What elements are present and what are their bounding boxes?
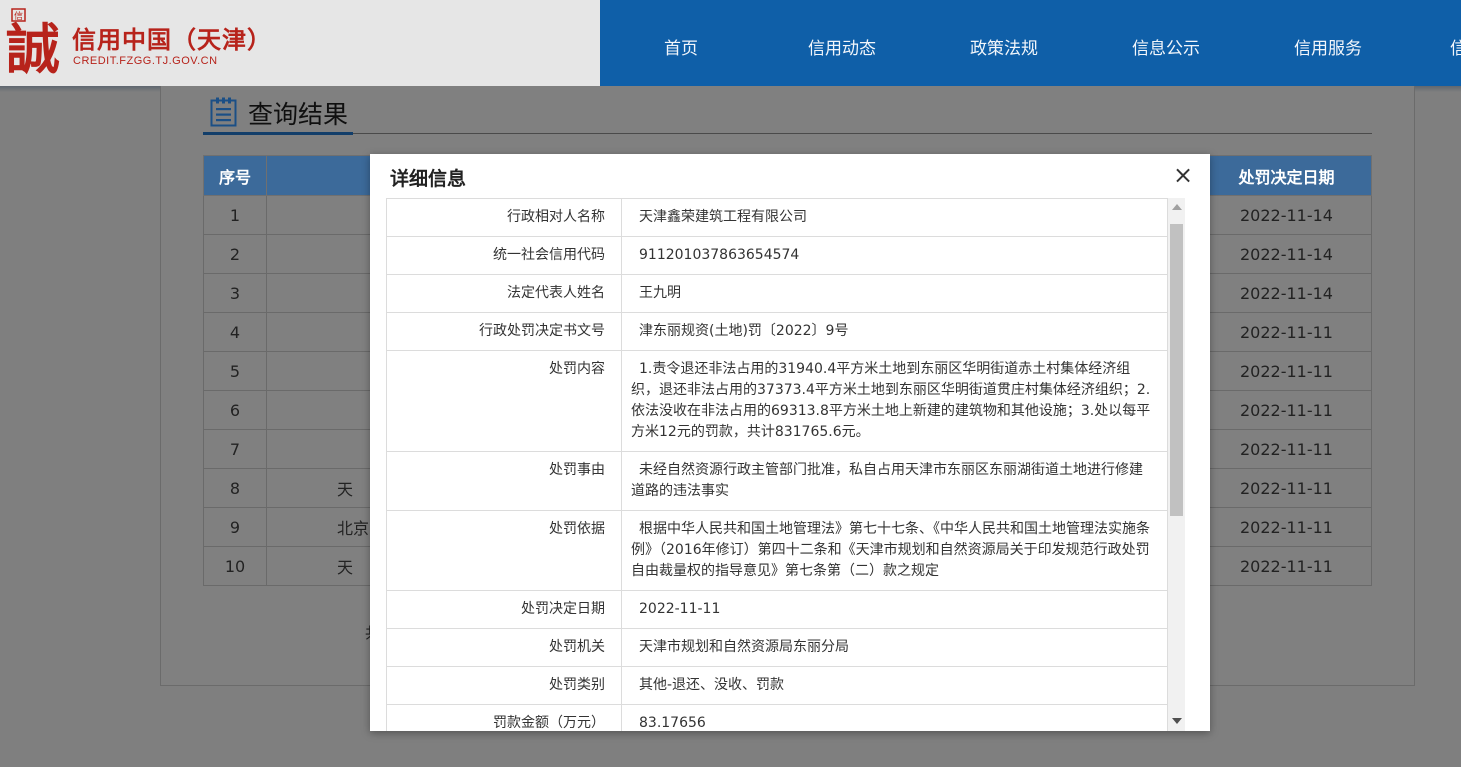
- row-date: 2022-11-11: [1201, 546, 1372, 586]
- site-logo[interactable]: 信 誠 信用中国（天津） CREDIT.FZGG.TJ.GOV.CN: [0, 0, 600, 86]
- row-date: 2022-11-11: [1201, 468, 1372, 508]
- detail-value: 1.责令退还非法占用的31940.4平方米土地到东丽区华明街道赤土村集体经济组织…: [621, 350, 1168, 452]
- scroll-down-icon[interactable]: [1172, 718, 1182, 724]
- row-index: 5: [203, 351, 267, 391]
- detail-label: 处罚内容: [386, 350, 622, 452]
- detail-row: 处罚类别 其他-退还、没收、罚款: [386, 666, 1168, 705]
- detail-row: 处罚决定日期 2022-11-11: [386, 590, 1168, 629]
- modal-scrollbar[interactable]: [1168, 198, 1185, 731]
- detail-value: 2022-11-11: [621, 590, 1168, 629]
- nav-item-home[interactable]: 首页: [611, 34, 751, 59]
- results-title: 查询结果: [248, 100, 349, 129]
- nav-item-info-publicity[interactable]: 信息公示: [1096, 34, 1236, 59]
- site-header: 信 誠 信用中国（天津） CREDIT.FZGG.TJ.GOV.CN 首页 信用…: [0, 0, 1461, 86]
- detail-row: 统一社会信用代码 911201037863654574: [386, 236, 1168, 275]
- detail-label: 统一社会信用代码: [386, 236, 622, 275]
- detail-label: 处罚机关: [386, 628, 622, 667]
- row-index: 6: [203, 390, 267, 430]
- logo-big-char: 誠: [6, 17, 60, 76]
- clipboard-list-icon: [210, 97, 237, 127]
- nav-item-policy[interactable]: 政策法规: [934, 34, 1074, 59]
- detail-value: 其他-退还、没收、罚款: [621, 666, 1168, 705]
- detail-value: 911201037863654574: [621, 236, 1168, 275]
- detail-label: 罚款金额（万元）: [386, 704, 622, 731]
- detail-label: 处罚决定日期: [386, 590, 622, 629]
- row-index: 9: [203, 507, 267, 547]
- row-date: 2022-11-11: [1201, 507, 1372, 547]
- row-date: 2022-11-11: [1201, 429, 1372, 469]
- row-date: 2022-11-14: [1201, 234, 1372, 274]
- site-title: 信用中国（天津）: [72, 26, 272, 54]
- detail-label: 处罚类别: [386, 666, 622, 705]
- modal-body: 行政相对人名称 天津鑫荣建筑工程有限公司 统一社会信用代码 9112010378636…: [386, 198, 1185, 731]
- detail-value: 天津鑫荣建筑工程有限公司: [621, 198, 1168, 237]
- col-header-date: 处罚决定日期: [1201, 155, 1372, 196]
- detail-row: 处罚机关 天津市规划和自然资源局东丽分局: [386, 628, 1168, 667]
- credit-seal-icon: 信 誠: [6, 8, 60, 76]
- row-index: 3: [203, 273, 267, 313]
- nav-item-credit-service[interactable]: 信用服务: [1258, 34, 1398, 59]
- detail-value: 津东丽规资(土地)罚〔2022〕9号: [621, 312, 1168, 351]
- detail-value: 王九明: [621, 274, 1168, 313]
- row-date: 2022-11-11: [1201, 351, 1372, 391]
- detail-value: 天津市规划和自然资源局东丽分局: [621, 628, 1168, 667]
- close-icon[interactable]: ×: [1172, 163, 1194, 187]
- modal-title: 详细信息: [390, 168, 467, 190]
- detail-value: 根据中华人民共和国土地管理法》第七十七条、《中华人民共和国土地管理法实施条例》（…: [621, 510, 1168, 591]
- scroll-up-icon[interactable]: [1172, 204, 1182, 210]
- detail-row: 处罚内容 1.责令退还非法占用的31940.4平方米土地到东丽区华明街道赤土村集体…: [386, 350, 1168, 452]
- row-index: 1: [203, 195, 267, 235]
- scrollbar-thumb[interactable]: [1170, 224, 1183, 516]
- row-date: 2022-11-14: [1201, 273, 1372, 313]
- row-index: 2: [203, 234, 267, 274]
- row-date: 2022-11-14: [1201, 195, 1372, 235]
- site-url: CREDIT.FZGG.TJ.GOV.CN: [73, 55, 218, 67]
- detail-label: 法定代表人姓名: [386, 274, 622, 313]
- nav-item-truncated[interactable]: 信: [1388, 34, 1461, 59]
- nav-item-credit-news[interactable]: 信用动态: [772, 34, 912, 59]
- row-index: 7: [203, 429, 267, 469]
- detail-value: 83.17656: [621, 704, 1168, 731]
- detail-table: 行政相对人名称 天津鑫荣建筑工程有限公司 统一社会信用代码 9112010378636…: [386, 198, 1168, 731]
- detail-label: 处罚依据: [386, 510, 622, 591]
- detail-value: 未经自然资源行政主管部门批准，私自占用天津市东丽区东丽湖街道土地进行修建道路的违…: [621, 451, 1168, 511]
- detail-label: 处罚事由: [386, 451, 622, 511]
- detail-row: 处罚事由 未经自然资源行政主管部门批准，私自占用天津市东丽区东丽湖街道土地进行修建…: [386, 451, 1168, 511]
- main-nav: 首页 信用动态 政策法规 信息公示 信用服务 信: [600, 0, 1461, 86]
- row-index: 8: [203, 468, 267, 508]
- row-date: 2022-11-11: [1201, 390, 1372, 430]
- results-heading: 查询结果: [203, 92, 1372, 135]
- detail-row: 法定代表人姓名 王九明: [386, 274, 1168, 313]
- results-title-underline: [203, 132, 353, 135]
- row-index: 10: [203, 546, 267, 586]
- row-date: 2022-11-11: [1201, 312, 1372, 352]
- detail-row: 行政相对人名称 天津鑫荣建筑工程有限公司: [386, 198, 1168, 237]
- detail-row: 行政处罚决定书文号 津东丽规资(土地)罚〔2022〕9号: [386, 312, 1168, 351]
- detail-label: 行政处罚决定书文号: [386, 312, 622, 351]
- detail-label: 行政相对人名称: [386, 198, 622, 237]
- row-index: 4: [203, 312, 267, 352]
- detail-row: 处罚依据 根据中华人民共和国土地管理法》第七十七条、《中华人民共和国土地管理法实施…: [386, 510, 1168, 591]
- col-header-index: 序号: [203, 155, 267, 196]
- detail-row: 罚款金额（万元） 83.17656: [386, 704, 1168, 731]
- detail-modal: 详细信息 × 行政相对人名称 天津鑫荣建筑工程有限公司 统一社会信用代码 911201…: [370, 154, 1210, 731]
